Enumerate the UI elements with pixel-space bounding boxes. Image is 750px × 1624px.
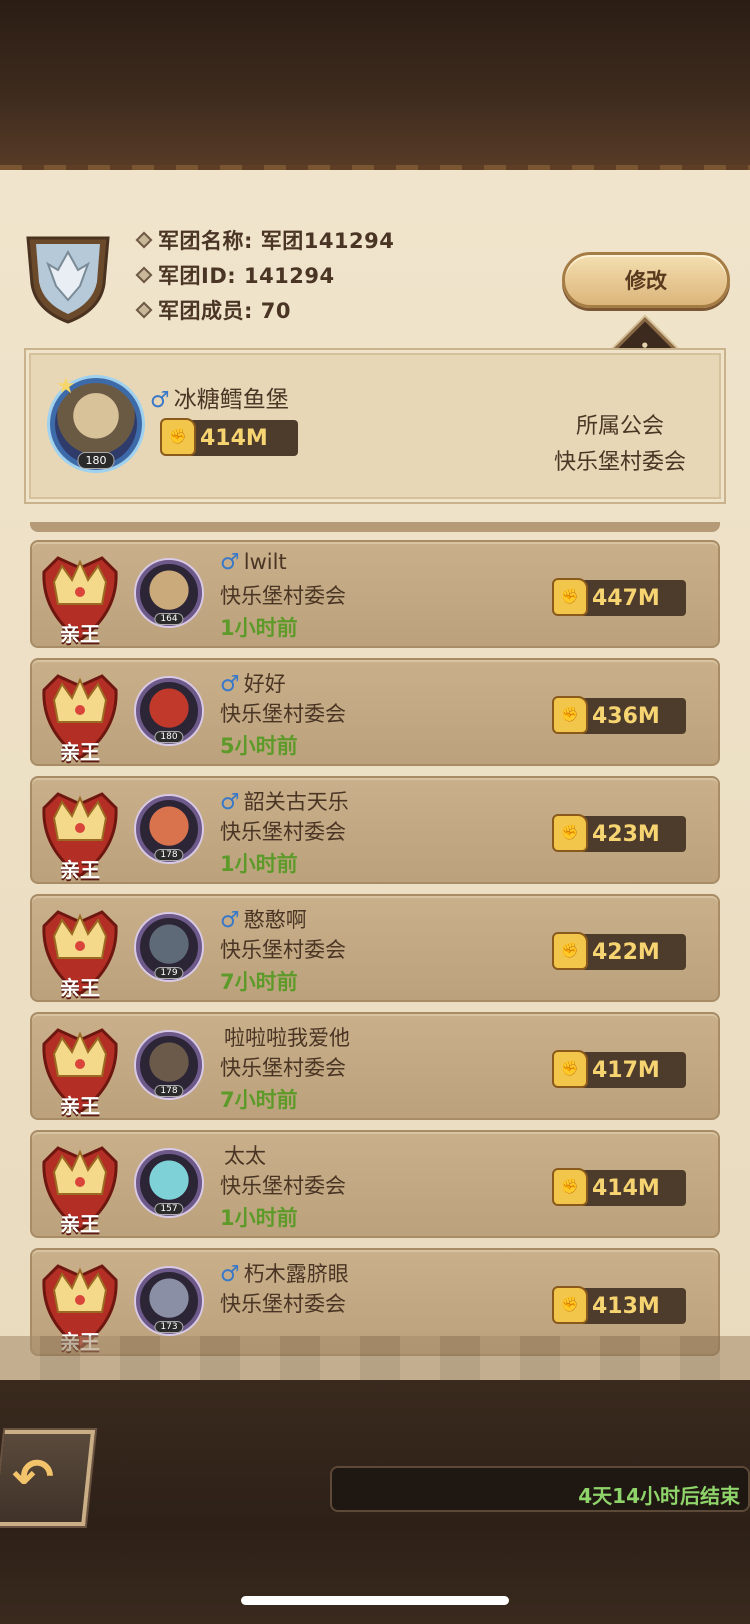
member-last-online: 1小时前 [220, 1206, 298, 1230]
event-timer-text: 4天14小时后结束 [578, 1484, 740, 1508]
rank-label: 亲王 [60, 740, 100, 764]
member-last-online: 1小时前 [220, 852, 298, 876]
member-name: ♂ 朽木露脐眼 [220, 1262, 349, 1287]
member-row[interactable]: 亲王 180 ♂ 好好快乐堡村委会 5小时前 ✊ 436M [30, 658, 720, 766]
member-row[interactable]: 亲王 179 ♂ 憨憨啊快乐堡村委会 7小时前 ✊ 422M [30, 894, 720, 1002]
member-guild: 快乐堡村委会 [220, 584, 346, 608]
member-power: ✊ 422M [552, 932, 686, 970]
member-level-badge: 179 [154, 967, 184, 979]
member-level-badge: 173 [154, 1321, 184, 1333]
guild-emblem-icon [26, 236, 110, 324]
male-icon: ♂ [220, 908, 240, 933]
leader-power: ✊ 414M [160, 418, 298, 456]
male-icon: ♂ [220, 790, 240, 815]
member-row[interactable]: 亲王 178 ♂ 韶关古天乐 快乐堡村委会 1小时前 ✊ 423M [30, 776, 720, 884]
male-icon: ♂ [150, 388, 170, 413]
back-button[interactable]: ↶ [0, 1430, 96, 1526]
member-power: ✊ 447M [552, 578, 686, 616]
member-last-online: 1小时前 [220, 616, 298, 640]
member-power: ✊ 414M [552, 1168, 686, 1206]
member-avatar[interactable]: 180 [136, 678, 202, 744]
member-guild: 快乐堡村委会 [220, 1056, 346, 1080]
male-icon: ♂ [220, 672, 240, 697]
guild-members-line: 军团成员: 70 [135, 295, 291, 325]
fist-icon: ✊ [552, 1050, 588, 1088]
rank-label: 亲王 [60, 1094, 100, 1118]
rank-label: 亲王 [60, 622, 100, 646]
modify-button[interactable]: 修改 [562, 252, 730, 308]
back-arrow-icon: ↶ [12, 1448, 55, 1506]
member-last-online: 7小时前 [220, 1088, 298, 1112]
member-name: ♂ 好好 [220, 672, 286, 697]
fist-icon: ✊ [552, 932, 588, 970]
fist-icon: ✊ [552, 1286, 588, 1324]
guild-name-line: 军团名称: 军团141294 [135, 225, 394, 255]
modify-label: 修改 [625, 269, 667, 293]
leader-name: ♂ 冰糖鳕鱼堡 [150, 387, 289, 413]
star-icon: ★ [56, 374, 76, 399]
member-power: ✊ 413M [552, 1286, 686, 1324]
member-avatar[interactable]: 157 [136, 1150, 202, 1216]
leader-guild-name: 快乐堡村委会 [553, 450, 686, 475]
fist-icon: ✊ [160, 418, 196, 456]
member-name: 啦啦啦我爱他 [224, 1026, 350, 1050]
member-row[interactable]: 亲王 178 啦啦啦我爱他快乐堡村委会 7小时前 ✊ 417M [30, 1012, 720, 1120]
leader-guild-label: 所属公会 [575, 414, 664, 439]
member-last-online: 7小时前 [220, 970, 298, 994]
fist-icon: ✊ [552, 814, 588, 852]
member-level-badge: 164 [154, 613, 184, 625]
rank-label: 亲王 [60, 1212, 100, 1236]
male-icon: ♂ [220, 550, 240, 575]
fist-icon: ✊ [552, 1168, 588, 1206]
member-guild: 快乐堡村委会 [220, 702, 346, 726]
member-guild: 快乐堡村委会 [220, 1292, 346, 1316]
member-avatar[interactable]: 178 [136, 796, 202, 862]
member-avatar[interactable]: 178 [136, 1032, 202, 1098]
leader-level-badge: 180 [77, 452, 115, 469]
fist-icon: ✊ [552, 578, 588, 616]
member-name: ♂ lwilt [220, 550, 287, 575]
member-avatar[interactable]: 173 [136, 1268, 202, 1334]
member-name: 太太 [224, 1144, 266, 1168]
member-avatar[interactable]: 179 [136, 914, 202, 980]
fist-icon: ✊ [552, 696, 588, 734]
member-guild: 快乐堡村委会 [220, 1174, 346, 1198]
member-last-online: 5小时前 [220, 734, 298, 758]
member-guild: 快乐堡村委会 [220, 820, 346, 844]
member-power: ✊ 423M [552, 814, 686, 852]
member-name: ♂ 憨憨啊 [220, 908, 307, 933]
member-level-badge: 178 [154, 1085, 184, 1097]
member-row[interactable]: 亲王 164 ♂ lwilt 快乐堡村委会 1小时前 ✊ 447M [30, 540, 720, 648]
rank-label: 亲王 [60, 976, 100, 1000]
member-guild: 快乐堡村委会 [220, 938, 346, 962]
member-avatar[interactable]: 164 [136, 560, 202, 626]
member-level-badge: 157 [154, 1203, 184, 1215]
member-power: ✊ 417M [552, 1050, 686, 1088]
event-timer-bar: 4天14小时后结束 [330, 1466, 750, 1512]
rank-label: 亲王 [60, 858, 100, 882]
member-level-badge: 180 [154, 731, 184, 743]
male-icon: ♂ [220, 1262, 240, 1287]
member-list[interactable]: 亲王 164 ♂ lwilt 快乐堡村委会 1小时前 ✊ 447M 亲王 180 ♂ 好好 快乐堡村委会… [30, 522, 720, 1367]
guild-id-line: 军团ID: 141294 [135, 260, 335, 290]
member-row[interactable]: 亲王 157 太太快乐堡村委会 1小时前 ✊ 414M [30, 1130, 720, 1238]
top-header [0, 0, 750, 175]
home-indicator[interactable] [241, 1596, 509, 1605]
member-name: ♂ 韶关古天乐 [220, 790, 349, 815]
member-level-badge: 178 [154, 849, 184, 861]
member-power: ✊ 436M [552, 696, 686, 734]
panel-bottom-edge [0, 1336, 750, 1386]
